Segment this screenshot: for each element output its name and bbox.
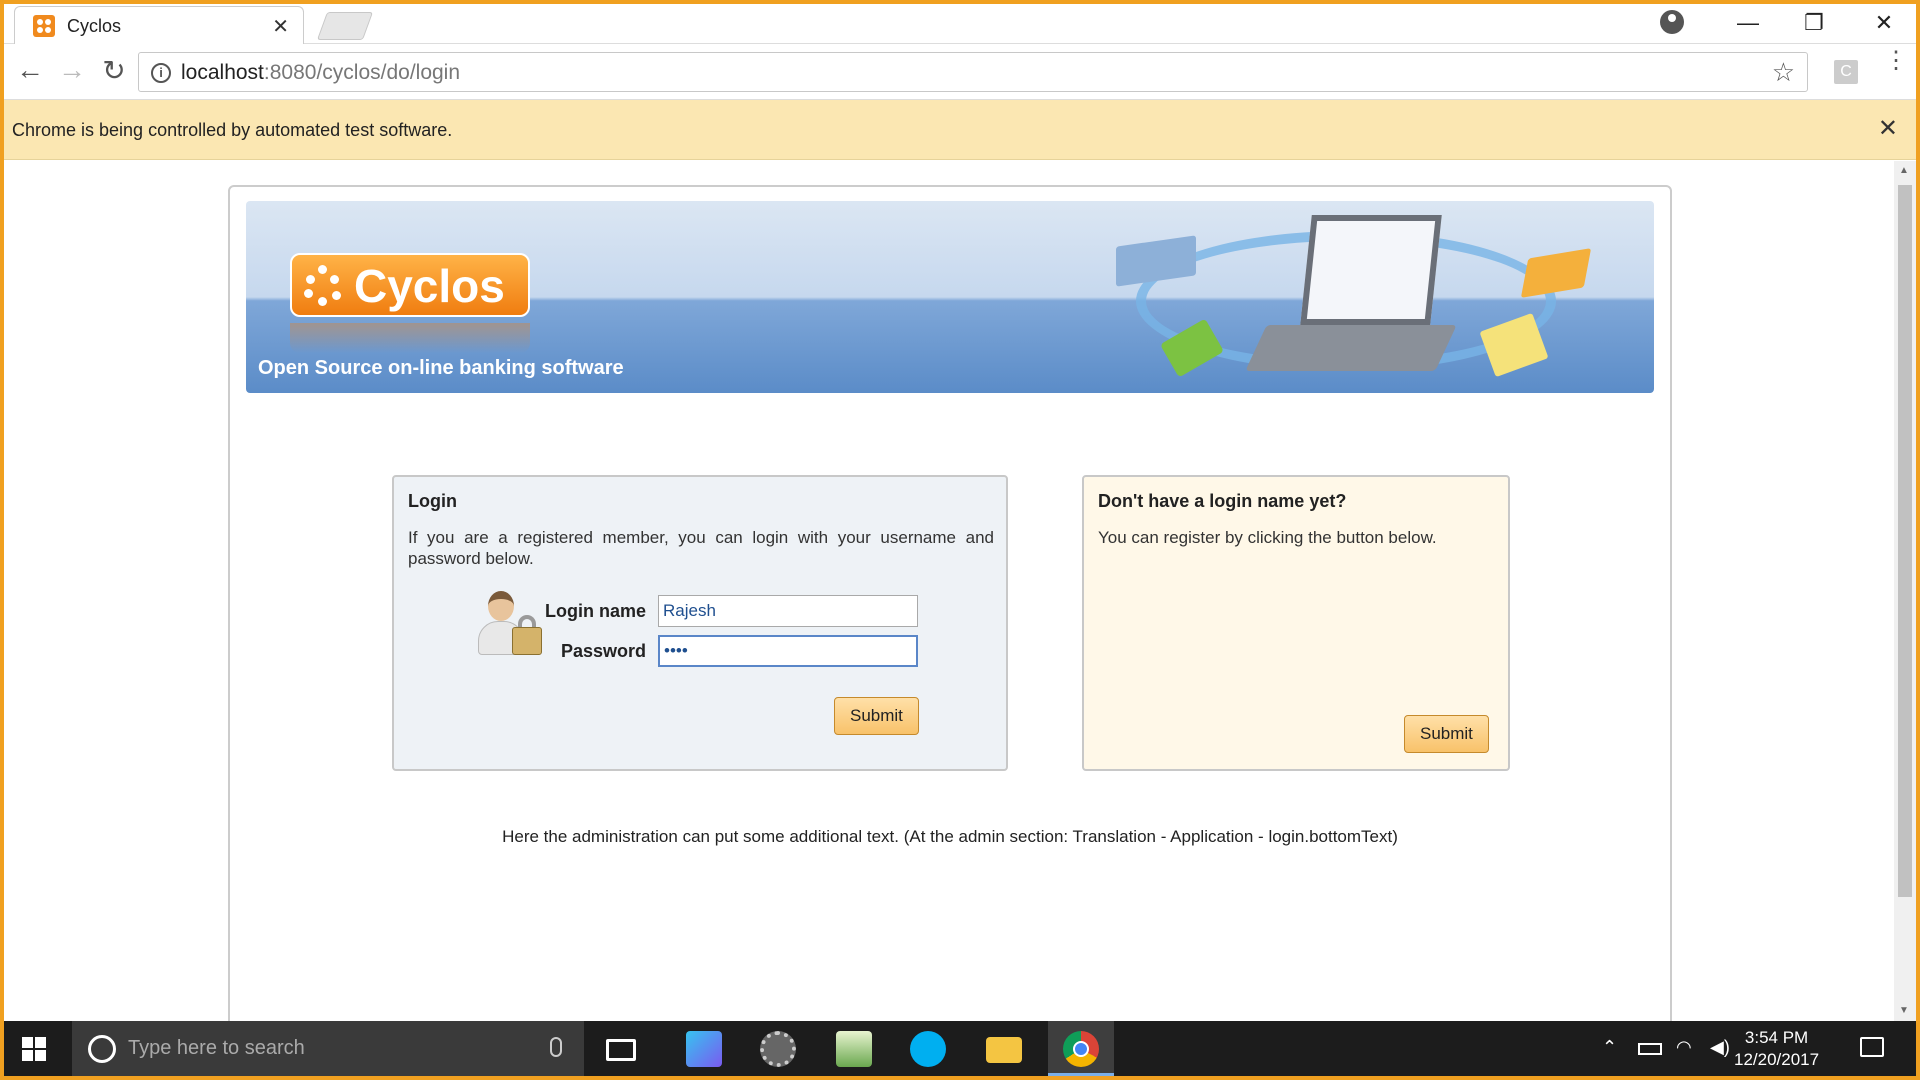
login-description: If you are a registered member, you can … [408,528,994,568]
extension-icon[interactable]: C [1834,60,1858,84]
browser-toolbar: ← → ↻ i localhost:8080/cyclos/do/login ☆… [4,44,1916,100]
close-window-button[interactable]: ✕ [1864,10,1904,36]
cyclos-logo: Cyclos [290,253,530,317]
logo-text: Cyclos [354,260,505,312]
clock-time: 3:54 PM [1744,1028,1809,1047]
cortana-icon[interactable] [88,1035,116,1063]
back-button[interactable]: ← [12,54,48,86]
new-tab-button[interactable] [316,12,374,40]
register-panel: Don't have a login name yet? You can reg… [1082,475,1510,771]
minimize-button[interactable]: — [1728,10,1768,36]
tab-cyclos[interactable]: Cyclos ✕ [14,6,304,44]
bookmark-star-icon[interactable]: ☆ [1772,57,1795,88]
url-path: :8080/cyclos/do/login [263,61,461,84]
clock-date: 12/20/2017 [1734,1050,1820,1069]
logo-reflection [290,323,530,353]
register-description: You can register by clicking the button … [1098,528,1437,547]
orange-blocks-icon [1520,248,1592,298]
skype-icon[interactable] [910,1031,946,1067]
vertical-scrollbar[interactable]: ▲ ▼ [1894,161,1916,1021]
wifi-icon[interactable]: ◠ [1676,1037,1692,1058]
windows-start-icon[interactable] [22,1037,46,1061]
infobar-text: Chrome is being controlled by automated … [12,120,453,140]
reload-button[interactable]: ↻ [96,54,132,87]
banner-tagline: Open Source on-line banking software [258,357,624,379]
address-bar[interactable]: i localhost:8080/cyclos/do/login ☆ [138,52,1808,92]
tray-chevron-icon[interactable]: ⌃ [1602,1037,1617,1058]
chrome-icon [1063,1031,1099,1067]
microphone-icon[interactable] [550,1037,562,1057]
tab-title: Cyclos [67,16,122,36]
profile-icon[interactable] [1660,10,1684,34]
tab-close-icon[interactable]: ✕ [272,14,289,39]
chrome-taskbar-button[interactable] [1048,1021,1114,1076]
infobar-close-icon[interactable]: ✕ [1878,114,1898,143]
tab-bar: Cyclos ✕ — ❐ ✕ [4,4,1916,44]
url-text: localhost:8080/cyclos/do/login [181,61,460,85]
login-title: Login [408,491,457,511]
scroll-down-icon[interactable]: ▼ [1899,1005,1909,1016]
automation-infobar: Chrome is being controlled by automated … [4,100,1916,160]
laptop-icon [1245,211,1457,381]
browser-window: Cyclos ✕ — ❐ ✕ ← → ↻ i localhost:8080/cy… [4,4,1916,1076]
scroll-up-icon[interactable]: ▲ [1899,165,1909,176]
cyclos-favicon-icon [33,15,55,37]
url-host: localhost [181,61,264,84]
taskbar-search-box[interactable]: Type here to search [72,1021,584,1076]
chrome-menu-icon[interactable]: ⋮ [1884,49,1908,73]
page-viewport: Cyclos Open Source on-line banking softw… [4,161,1894,1021]
task-view-icon[interactable] [606,1039,636,1061]
settings-gear-icon[interactable] [760,1031,796,1067]
scroll-thumb[interactable] [1898,185,1912,897]
login-bottom-text: Here the administration can put some add… [502,827,1398,846]
login-name-input[interactable] [658,595,918,627]
login-name-label: Login name [544,601,646,621]
file-explorer-icon[interactable] [986,1037,1022,1063]
cyclos-banner: Cyclos Open Source on-line banking softw… [246,201,1654,393]
register-submit-button[interactable]: Submit [1404,715,1489,753]
app-cube-icon[interactable] [686,1031,722,1067]
site-info-icon[interactable]: i [151,63,171,83]
restore-button[interactable]: ❐ [1794,10,1834,36]
forward-button[interactable]: → [54,54,90,86]
password-label: Password [560,641,646,661]
image-editor-icon[interactable] [836,1031,872,1067]
password-input[interactable] [658,635,918,667]
battery-icon[interactable] [1638,1043,1662,1055]
volume-icon[interactable]: ◀) [1710,1037,1730,1058]
notification-icon[interactable] [1860,1037,1884,1057]
taskbar-search-placeholder: Type here to search [128,1037,305,1059]
taskbar-clock[interactable]: 3:54 PM 12/20/2017 [1734,1027,1819,1071]
logo-dots-icon [304,265,344,309]
windows-taskbar: Type here to search ⌃ ◠ ◀) 3:54 PM 12/20… [4,1021,1916,1076]
page-container: Cyclos Open Source on-line banking softw… [228,185,1672,1021]
register-title: Don't have a login name yet? [1098,491,1347,511]
login-submit-button[interactable]: Submit [834,697,919,735]
login-panel: Login If you are a registered member, yo… [392,475,1008,771]
